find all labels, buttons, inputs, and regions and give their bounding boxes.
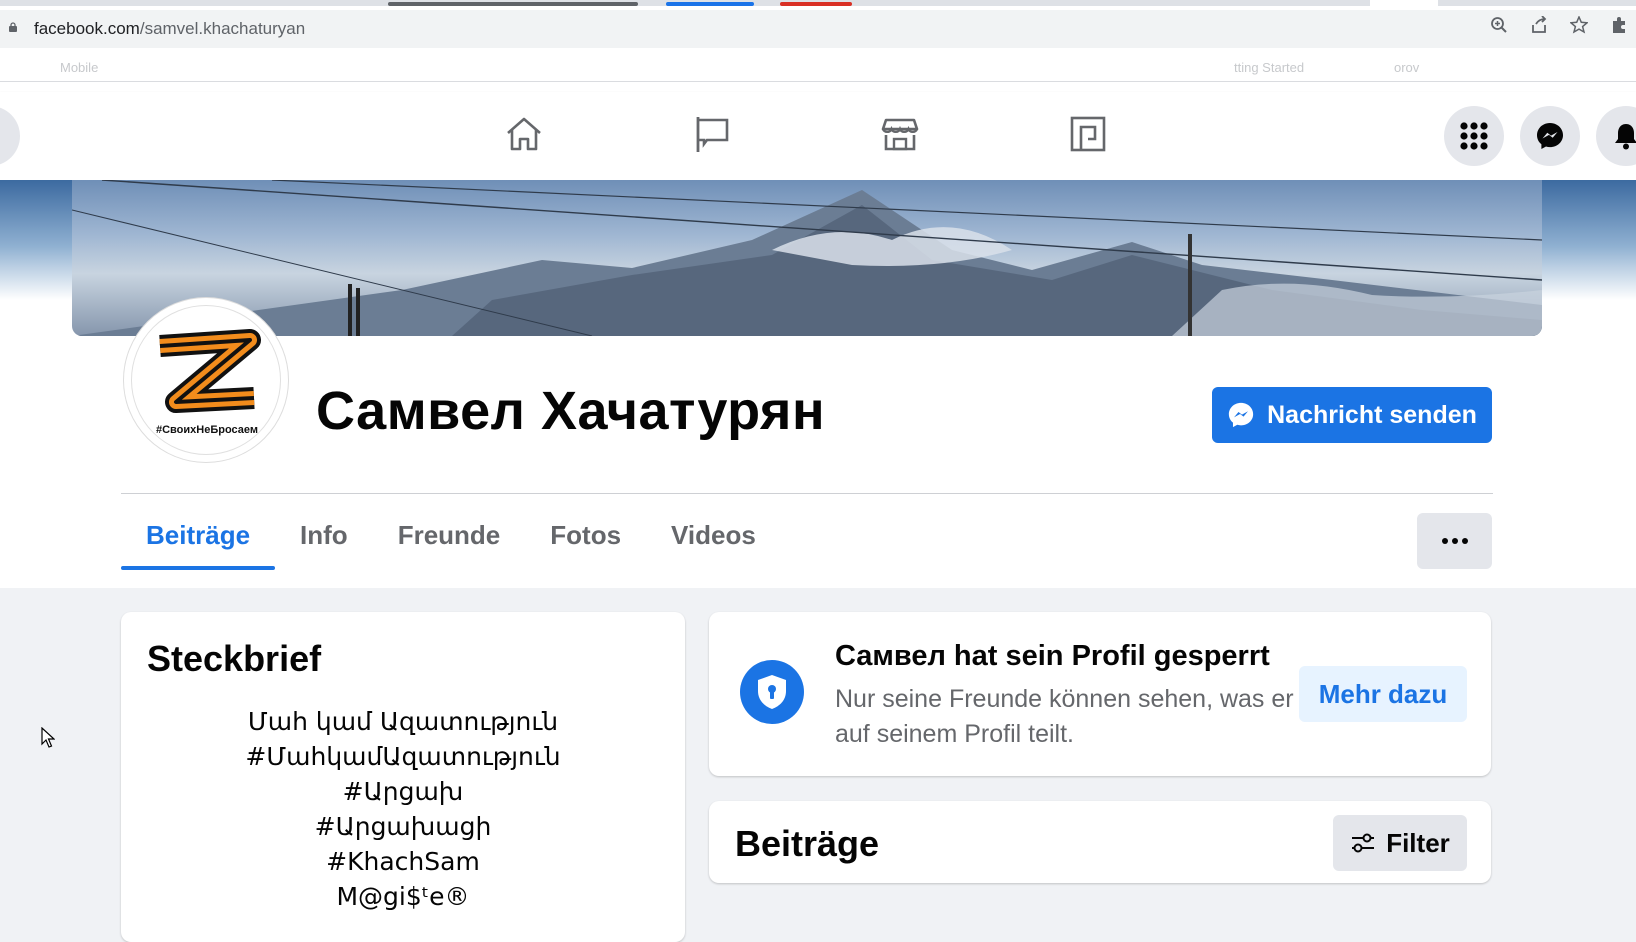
header-divider bbox=[121, 493, 1493, 494]
search-button[interactable] bbox=[0, 106, 20, 166]
locked-description: Nur seine Freunde können sehen, was er a… bbox=[835, 685, 1294, 748]
gaming-icon[interactable] bbox=[1066, 112, 1110, 156]
posts-card: Beiträge Filter bbox=[709, 801, 1491, 883]
bio-line: Մահ կամ Ազատություն bbox=[247, 707, 559, 736]
mouse-cursor-icon bbox=[41, 727, 55, 748]
bookmark-item[interactable]: tting Started bbox=[1234, 60, 1304, 75]
tab-freunde[interactable]: Freunde bbox=[373, 502, 526, 568]
locked-profile-card: Самвел hat sein Profil gesperrt Nur sein… bbox=[709, 612, 1491, 776]
bio-line[interactable]: #KhachSam bbox=[121, 844, 685, 879]
learn-more-button[interactable]: Mehr dazu bbox=[1299, 666, 1467, 722]
bio-line[interactable]: #Արցախ bbox=[121, 774, 685, 809]
browser-tab-active[interactable] bbox=[1370, 0, 1438, 6]
url-text[interactable]: facebook.com/samvel.khachaturyan bbox=[34, 19, 305, 39]
filter-button[interactable]: Filter bbox=[1333, 815, 1467, 871]
intro-title: Steckbrief bbox=[147, 638, 322, 679]
bio-line[interactable]: #Արցախացի bbox=[121, 809, 685, 844]
posts-title: Beiträge bbox=[735, 823, 880, 864]
bio-line: M@gi$ᵗe® bbox=[336, 882, 470, 911]
locked-title: Самвел hat sein Profil gesperrt bbox=[835, 640, 1270, 672]
send-message-button[interactable]: Nachricht senden bbox=[1212, 387, 1492, 443]
menu-grid-icon[interactable] bbox=[1444, 106, 1504, 166]
bio-text: Մահ կամ Ազատություն #ՄահկամԱզատություն #… bbox=[121, 704, 685, 914]
tab-fotos[interactable]: Fotos bbox=[525, 502, 646, 568]
send-message-label: Nachricht senden bbox=[1267, 400, 1477, 429]
more-options-button[interactable] bbox=[1417, 513, 1492, 569]
avatar-caption: #СвоихНеБросаем bbox=[155, 424, 259, 436]
tab-videos[interactable]: Videos bbox=[646, 502, 781, 568]
cover-photo[interactable] bbox=[72, 180, 1542, 336]
messenger-icon[interactable] bbox=[1520, 106, 1580, 166]
avatar-image: #СвоихНеБросаем bbox=[131, 305, 281, 455]
omnibox-actions bbox=[1488, 14, 1636, 36]
tab-info[interactable]: Info bbox=[275, 502, 373, 568]
bookmark-item[interactable]: orov bbox=[1394, 60, 1419, 75]
profile-name: Самвел Хачатурян bbox=[316, 381, 826, 441]
facebook-top-nav bbox=[0, 92, 1636, 180]
z-ribbon-icon bbox=[159, 329, 261, 413]
browser-chrome: facebook.com/samvel.khachaturyan Mobile … bbox=[0, 0, 1636, 92]
more-dot bbox=[1451, 538, 1458, 544]
more-dot bbox=[1441, 538, 1448, 544]
profile-header: #СвоихНеБросаем Самвел Хачатурян Nachric… bbox=[0, 180, 1636, 588]
home-icon[interactable] bbox=[502, 112, 546, 156]
share-icon[interactable] bbox=[1528, 14, 1550, 36]
bookmarks-bar: Mobile tting Started orov bbox=[0, 56, 1636, 82]
url-host: facebook.com bbox=[34, 19, 140, 38]
shield-lock-icon bbox=[740, 660, 804, 724]
filter-sliders-icon bbox=[1352, 833, 1375, 853]
notifications-bell-icon[interactable] bbox=[1596, 106, 1636, 166]
lock-icon[interactable] bbox=[8, 22, 18, 32]
tab-beitraege[interactable]: Beiträge bbox=[121, 502, 276, 570]
browser-tab[interactable] bbox=[666, 2, 754, 6]
bio-line[interactable]: #ՄահկամԱզատություն bbox=[121, 739, 685, 774]
bookmark-star-icon[interactable] bbox=[1568, 14, 1590, 36]
bookmark-item[interactable]: Mobile bbox=[60, 60, 98, 75]
zoom-icon[interactable] bbox=[1488, 14, 1510, 36]
profile-tabs: Beiträge Info Freunde Fotos Videos bbox=[121, 502, 781, 570]
profile-avatar[interactable]: #СвоихНеБросаем bbox=[124, 298, 288, 462]
filter-label: Filter bbox=[1386, 827, 1450, 858]
intro-card: Steckbrief Մահ կամ Ազատություն #ՄահկամԱզ… bbox=[121, 612, 685, 942]
messenger-icon bbox=[1228, 402, 1254, 428]
more-dot bbox=[1461, 538, 1468, 544]
url-path: /samvel.khachaturyan bbox=[139, 19, 306, 38]
marketplace-icon[interactable] bbox=[878, 112, 922, 156]
browser-tabstrip bbox=[0, 0, 1636, 6]
pages-flag-icon[interactable] bbox=[690, 112, 734, 156]
extensions-icon[interactable] bbox=[1608, 14, 1630, 36]
browser-tab[interactable] bbox=[780, 2, 852, 6]
browser-tab[interactable] bbox=[388, 2, 638, 6]
